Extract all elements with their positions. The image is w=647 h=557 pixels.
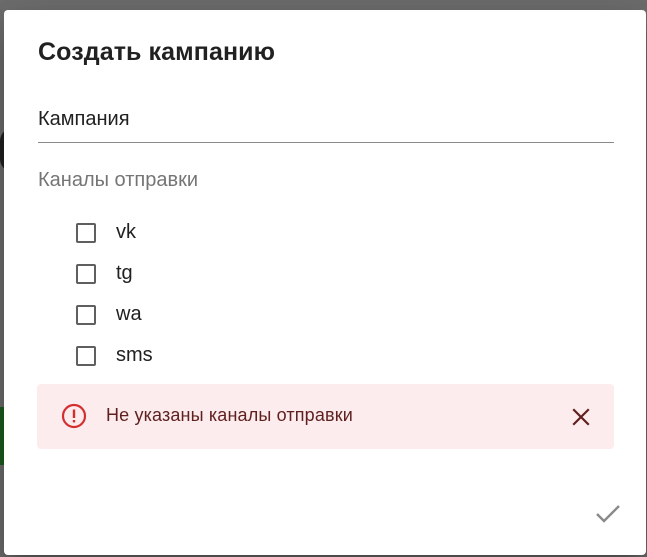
channel-checkbox-vk[interactable]: vk <box>76 212 153 253</box>
checkbox-icon[interactable] <box>76 263 96 284</box>
channel-label: tg <box>116 262 133 284</box>
create-campaign-dialog: Создать кампанию Каналы отправки vk tg w… <box>4 10 646 555</box>
checkbox-icon[interactable] <box>76 345 96 366</box>
channels-checkbox-list: vk tg wa sms <box>76 212 153 376</box>
check-icon <box>595 504 621 529</box>
channel-label: wa <box>116 303 142 325</box>
campaign-name-field[interactable] <box>38 104 614 143</box>
campaign-name-input[interactable] <box>38 104 614 134</box>
error-alert: Не указаны каналы отправки <box>37 384 614 449</box>
channels-label: Каналы отправки <box>38 169 199 191</box>
channel-label: vk <box>116 221 136 243</box>
channel-label: sms <box>116 344 153 366</box>
checkbox-icon[interactable] <box>76 304 96 325</box>
channel-checkbox-tg[interactable]: tg <box>76 253 153 294</box>
checkbox-icon[interactable] <box>76 222 96 243</box>
channel-checkbox-wa[interactable]: wa <box>76 294 153 335</box>
error-outline-icon <box>61 403 87 429</box>
alert-message: Не указаны каналы отправки <box>106 405 353 425</box>
close-icon[interactable] <box>568 404 594 430</box>
dialog-title: Создать кампанию <box>38 38 276 66</box>
channel-checkbox-sms[interactable]: sms <box>76 335 153 376</box>
confirm-button[interactable] <box>590 498 626 534</box>
